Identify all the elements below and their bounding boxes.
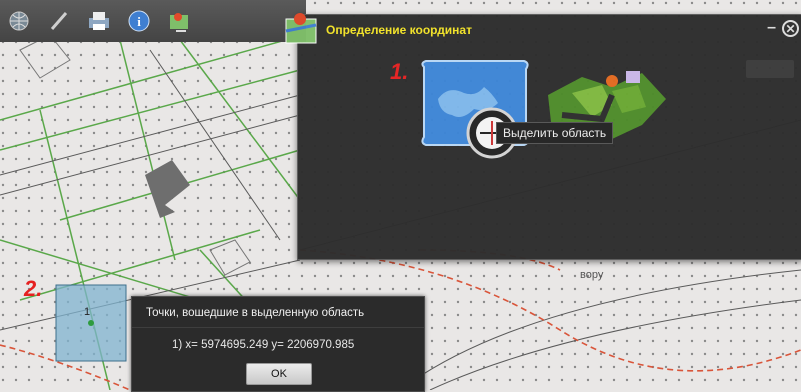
map-text-label: вору — [580, 269, 604, 281]
select-area-tooltip: Выделить область — [496, 122, 614, 144]
ok-button[interactable]: OK — [246, 363, 312, 385]
select-area-tool-icon[interactable] — [416, 59, 536, 159]
coordinates-panel: Определение координат – ✕ 1. Выделить об… — [285, 13, 801, 260]
printer-icon[interactable] — [86, 8, 112, 34]
point-coordinates: 1) x= 5974695.249 y= 2206970.985 — [172, 339, 355, 351]
points-dialog: Точки, вошедшие в выделенную область 1) … — [131, 296, 425, 392]
info-icon[interactable]: i — [126, 8, 152, 34]
map-toolbar: i — [0, 0, 306, 42]
dialog-title: Точки, вошедшие в выделенную область — [146, 307, 365, 319]
close-button[interactable]: ✕ — [782, 20, 799, 37]
selection-point-number: 1 — [84, 306, 91, 318]
map-pin-icon[interactable] — [166, 8, 192, 34]
panel-background-button — [746, 60, 794, 78]
svg-text:i: i — [137, 14, 141, 29]
step-two-marker: 2. — [24, 276, 43, 301]
pencil-icon[interactable] — [46, 8, 72, 34]
minimize-button[interactable]: – — [767, 19, 776, 37]
globe-icon[interactable] — [6, 8, 32, 34]
map-app-icon — [285, 13, 317, 44]
dialog-divider — [132, 327, 424, 328]
step-one-marker: 1. — [390, 59, 409, 84]
panel-title: Определение координат — [326, 23, 472, 37]
